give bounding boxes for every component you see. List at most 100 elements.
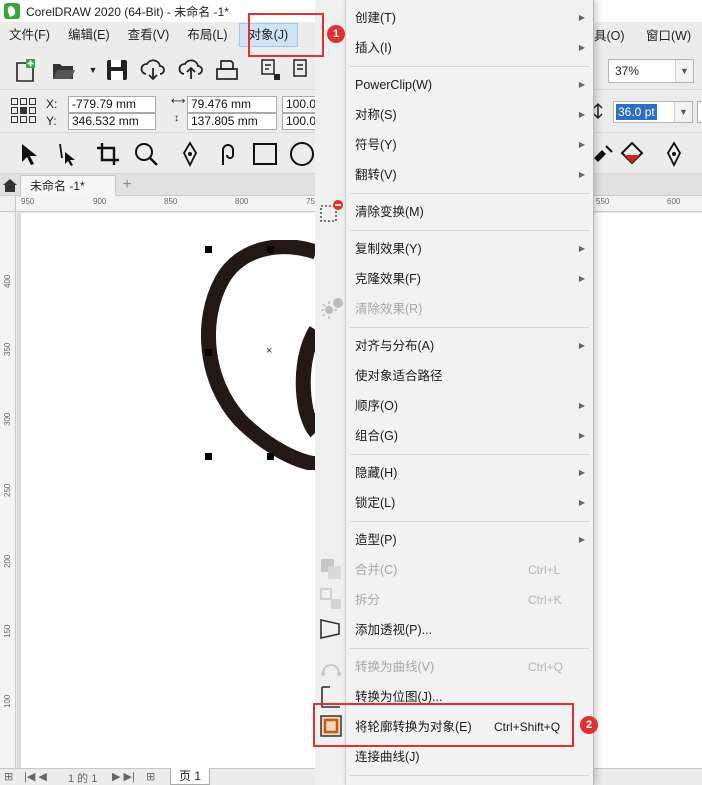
open-folder-icon[interactable] [50,57,76,83]
menu-item-flip[interactable]: 翻转(V) ▶ [346,160,593,190]
page-tab[interactable]: 页 1 [170,768,211,785]
print-icon[interactable] [214,57,240,83]
export-icon[interactable] [290,57,316,83]
menu-item-shaping[interactable]: 造型(P) ▶ [346,525,593,555]
menu-tools[interactable]: 具(O) [594,24,625,48]
ruler-tick: 100 [3,694,12,708]
page-counter: 1 的 1 [68,773,98,785]
nav-next-icon[interactable]: ▶ ▶| [112,770,135,783]
selection-handle[interactable] [267,453,274,460]
cloud-download-icon[interactable] [140,57,166,83]
save-icon[interactable] [104,57,130,83]
object-origin-icon[interactable] [11,98,37,124]
menu-item-hide[interactable]: 隐藏(H) ▶ [346,458,593,488]
submenu-arrow-icon: ▶ [578,43,585,52]
add-page-icon[interactable]: ⊞ [146,770,155,783]
selection-handle[interactable] [205,453,212,460]
submenu-arrow-icon: ▶ [578,244,585,253]
pick-tool-icon[interactable] [14,140,42,168]
ruler-tick: 250 [3,483,12,497]
scale-y-field[interactable]: 100.0 [282,113,316,130]
height-field[interactable]: 137.805 mm [187,113,277,130]
menu-item-symmetry[interactable]: 对称(S) ▶ [346,100,593,130]
menu-item-powerclip[interactable]: PowerClip(W) ▶ [346,70,593,100]
font-option-box[interactable] [697,101,702,123]
rectangle-tool-icon[interactable] [251,140,279,168]
menu-item-clear-effect: 清除效果(R) [355,302,423,316]
document-tab[interactable]: 未命名 -1* [20,175,116,196]
zoom-level-value: 37% [615,64,640,78]
ruler-tick: 900 [93,197,107,206]
annotation-badge-1: 1 [327,25,345,43]
selection-handle[interactable] [267,246,274,253]
crop-tool-icon[interactable] [94,140,122,168]
y-position-field[interactable]: 346.532 mm [68,113,156,130]
menu-item-combine: 合并(C) Ctrl+L [346,555,593,585]
menu-edit[interactable]: 编辑(E) [59,23,119,47]
new-document-icon[interactable] [12,57,38,83]
menu-item-clear-transformations[interactable]: 清除变换(M) [346,197,593,227]
shortcut-label: Ctrl+Q [528,660,564,674]
menu-item-insert[interactable]: 插入(I) ▶ [346,33,593,63]
menu-item-convert-to-curves: 转换为曲线(V) Ctrl+Q [346,652,593,682]
font-size-combo[interactable]: 36.0 pt ▼ [613,101,693,123]
ruler-origin[interactable] [0,196,16,212]
menu-window[interactable]: 窗口(W) [646,24,691,48]
y-label: Y: [46,114,57,128]
menu-item-fit-to-path[interactable]: 使对象适合路径 [346,361,593,391]
scale-x-field[interactable]: 100.0 [282,96,316,113]
combine-icon [321,559,341,579]
chevron-down-icon[interactable]: ▼ [674,102,692,122]
selection-handle[interactable] [205,246,212,253]
chevron-down-icon[interactable]: ▼ [675,60,693,82]
menu-separator [350,66,590,67]
menu-item-copy-effect[interactable]: 复制效果(Y) ▶ [346,234,593,264]
import-icon[interactable] [258,57,284,83]
menu-item-order[interactable]: 顺序(O) ▶ [346,391,593,421]
menu-item-align-distribute[interactable]: 对齐与分布(A) ▶ [346,331,593,361]
width-icon: ⟷ [171,96,186,107]
clear-transform-icon [320,200,343,222]
menu-separator [350,521,590,522]
menu-item-add-perspective[interactable]: 添加透视(P)... [346,615,593,645]
selected-curve-object[interactable] [200,240,316,470]
menu-separator [350,454,590,455]
outline-pen-icon[interactable] [660,140,688,168]
nav-first-page-icon[interactable]: ⊞ [4,770,13,783]
menu-file[interactable]: 文件(F) [0,23,59,47]
zoom-level-combo[interactable]: 37% ▼ [608,59,694,83]
menu-item-clone-effect[interactable]: 克隆效果(F) ▶ [346,264,593,294]
ruler-tick: 550 [596,197,610,206]
shortcut-label: Ctrl+L [528,563,561,577]
submenu-arrow-icon: ▶ [578,341,585,350]
chevron-down-icon[interactable]: ▼ [80,57,106,83]
submenu-arrow-icon: ▶ [578,431,585,440]
artistic-media-icon[interactable] [214,140,242,168]
page-border [17,213,21,768]
add-tab-icon[interactable]: + [118,175,136,195]
home-icon[interactable] [2,177,18,193]
ruler-tick: 350 [3,342,12,356]
nav-prev-icon[interactable]: |◀ ◀ [24,770,47,783]
menu-item-break-apart: 拆分 Ctrl+K [346,585,593,615]
shape-tool-icon[interactable] [52,140,80,168]
menu-item-create[interactable]: 创建(T) ▶ [346,3,593,33]
x-label: X: [46,97,58,111]
fill-tool-icon[interactable] [590,140,618,168]
cloud-upload-icon[interactable] [178,57,204,83]
menu-item-group[interactable]: 组合(G) ▶ [346,421,593,451]
submenu-arrow-icon: ▶ [578,401,585,410]
ellipse-tool-icon[interactable] [288,140,316,168]
shortcut-label: Ctrl+K [528,593,562,607]
menu-view[interactable]: 查看(V) [119,23,179,47]
menu-item-lock[interactable]: 锁定(L) ▶ [346,488,593,518]
freehand-tool-icon[interactable] [176,140,204,168]
menu-item-symbol[interactable]: 符号(Y) ▶ [346,130,593,160]
menu-layout[interactable]: 布局(L) [178,23,236,47]
x-position-field[interactable]: -779.79 mm [68,96,156,113]
width-field[interactable]: 79.476 mm [187,96,277,113]
selection-handle[interactable] [205,349,212,356]
interactive-fill-icon[interactable] [618,140,646,168]
zoom-tool-icon[interactable] [132,140,160,168]
ruler-tick: 800 [235,197,249,206]
